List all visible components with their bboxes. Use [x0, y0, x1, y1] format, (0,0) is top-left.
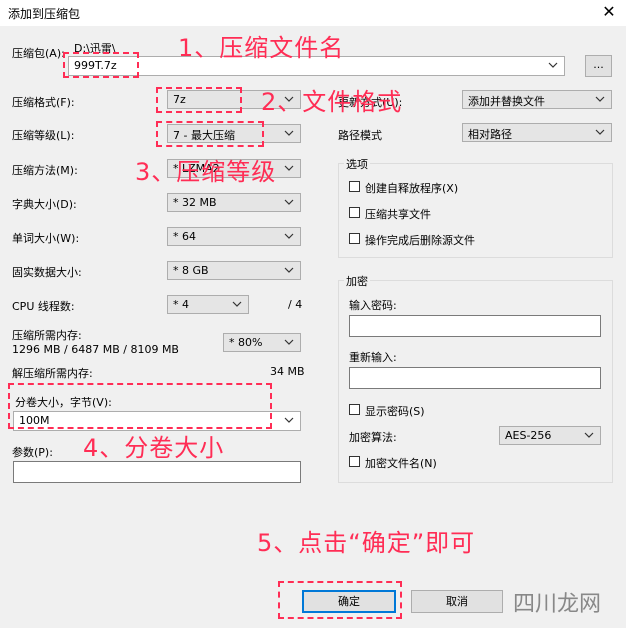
annotation-box-ok — [278, 581, 402, 619]
close-icon[interactable]: ✕ — [598, 2, 620, 22]
word-value: * 64 — [173, 230, 196, 243]
annotation-box-level — [156, 121, 264, 147]
params-label: 参数(P): — [12, 446, 53, 459]
annotation-3: 3、压缩等级 — [135, 158, 277, 186]
algo-value: AES-256 — [505, 429, 552, 442]
pathmode-value: 相对路径 — [468, 128, 512, 141]
decmem-value: 34 MB — [270, 365, 305, 378]
level-label: 压缩等级(L): — [12, 129, 75, 142]
word-select[interactable]: * 64 — [167, 227, 301, 246]
mem-detail: 1296 MB / 6487 MB / 8109 MB — [12, 343, 179, 356]
title-bar — [0, 0, 626, 27]
browse-button[interactable]: ... — [585, 55, 612, 77]
annotation-1: 1、压缩文件名 — [178, 34, 345, 62]
chevron-down-icon — [284, 267, 294, 273]
encrypt-names-label: 加密文件名(N) — [365, 457, 437, 470]
annotation-box-volume — [8, 383, 272, 429]
annotation-box-archive-name — [63, 52, 139, 78]
chevron-down-icon — [548, 62, 558, 68]
archive-label: 压缩包(A): — [12, 47, 65, 60]
cpu-select[interactable]: * 4 — [167, 295, 249, 314]
format-label: 压缩格式(F): — [12, 96, 75, 109]
options-title: 选项 — [344, 156, 370, 172]
annotation-2: 2、文件格式 — [261, 88, 403, 116]
solid-value: * 8 GB — [173, 264, 209, 277]
mem-label: 压缩所需内存: — [12, 329, 82, 342]
chevron-down-icon — [284, 130, 294, 136]
show-password-label: 显示密码(S) — [365, 405, 425, 418]
cpu-value: * 4 — [173, 298, 189, 311]
solid-label: 固实数据大小: — [12, 266, 82, 279]
annotation-4: 4、分卷大小 — [83, 434, 225, 462]
password-repeat-label: 重新输入: — [349, 351, 397, 364]
encrypt-names-checkbox[interactable] — [349, 456, 360, 467]
encrypt-title: 加密 — [344, 273, 370, 289]
watermark: 四川龙网 — [513, 592, 602, 617]
params-input[interactable] — [13, 461, 301, 483]
shared-checkbox[interactable] — [349, 207, 360, 218]
update-select[interactable]: 添加并替换文件 — [462, 90, 612, 109]
password-input[interactable] — [349, 315, 601, 337]
shared-label: 压缩共享文件 — [365, 208, 431, 221]
annotation-box-format — [156, 87, 242, 113]
dict-select[interactable]: * 32 MB — [167, 193, 301, 212]
cpu-total: / 4 — [288, 298, 303, 311]
pathmode-select[interactable]: 相对路径 — [462, 123, 612, 142]
dict-label: 字典大小(D): — [12, 198, 77, 211]
cancel-button[interactable]: 取消 — [411, 590, 503, 613]
dict-value: * 32 MB — [173, 196, 217, 209]
chevron-down-icon — [232, 301, 242, 307]
chevron-down-icon — [584, 432, 594, 438]
chevron-down-icon — [595, 129, 605, 135]
password-repeat-input[interactable] — [349, 367, 601, 389]
mem-pct-select[interactable]: * 80% — [223, 333, 301, 352]
method-label: 压缩方法(M): — [12, 164, 78, 177]
chevron-down-icon — [284, 233, 294, 239]
sfx-checkbox[interactable] — [349, 181, 360, 192]
cpu-label: CPU 线程数: — [12, 300, 75, 313]
decmem-label: 解压缩所需内存: — [12, 367, 93, 380]
solid-select[interactable]: * 8 GB — [167, 261, 301, 280]
word-label: 单词大小(W): — [12, 232, 80, 245]
chevron-down-icon — [284, 417, 294, 423]
delete-checkbox[interactable] — [349, 233, 360, 244]
delete-label: 操作完成后删除源文件 — [365, 234, 475, 247]
window-title: 添加到压缩包 — [8, 7, 81, 21]
update-value: 添加并替换文件 — [468, 95, 545, 108]
algo-select[interactable]: AES-256 — [499, 426, 601, 445]
chevron-down-icon — [595, 96, 605, 102]
annotation-5: 5、点击“确定”即可 — [257, 529, 476, 557]
show-password-checkbox[interactable] — [349, 404, 360, 415]
chevron-down-icon — [284, 165, 294, 171]
algo-label: 加密算法: — [349, 431, 397, 444]
chevron-down-icon — [284, 199, 294, 205]
password-label: 输入密码: — [349, 299, 397, 312]
mem-pct-value: * 80% — [229, 336, 263, 349]
sfx-label: 创建自释放程序(X) — [365, 182, 459, 195]
chevron-down-icon — [284, 339, 294, 345]
pathmode-label: 路径模式 — [338, 129, 382, 142]
